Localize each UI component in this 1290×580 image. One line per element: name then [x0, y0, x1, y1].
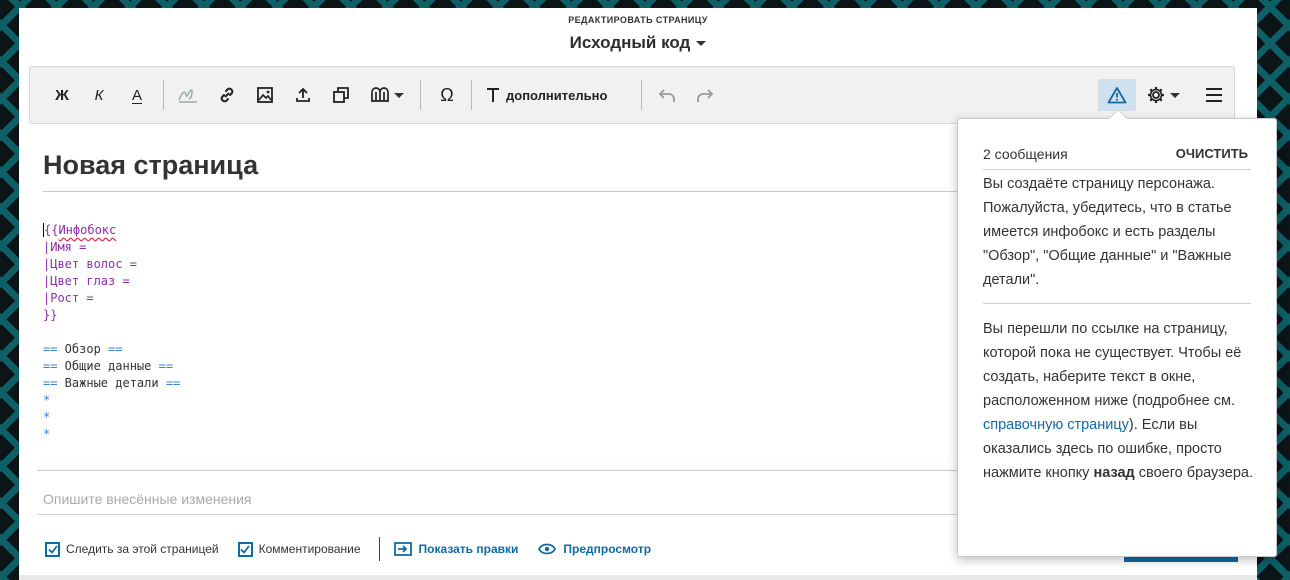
- settings-dropdown[interactable]: [1144, 79, 1182, 111]
- code-line: |Цвет глаз =: [43, 274, 130, 288]
- editor-mode-dropdown[interactable]: Исходный код: [570, 33, 707, 53]
- heading-markup: ==: [158, 359, 174, 373]
- clear-button[interactable]: ОЧИСТИТЬ: [1176, 146, 1248, 162]
- diff-icon: [393, 542, 412, 556]
- italic-button[interactable]: К: [87, 79, 111, 111]
- advanced-format-button[interactable]: дополнительно: [486, 79, 630, 111]
- eye-icon: [538, 543, 557, 555]
- toolbar-separator: [641, 80, 642, 110]
- advanced-format-icon: [487, 88, 499, 102]
- bold-icon: Ж: [55, 86, 69, 104]
- signature-button[interactable]: [175, 79, 201, 111]
- code-line: }}: [43, 308, 58, 322]
- options-separator: [378, 537, 380, 561]
- link-icon: [220, 87, 234, 103]
- bold-button[interactable]: Ж: [50, 79, 74, 111]
- redo-icon: [697, 89, 714, 102]
- code-line: |Рост =: [43, 291, 94, 305]
- notice-text: своего браузера.: [1134, 465, 1254, 481]
- toolbar-separator: [471, 80, 472, 110]
- watch-checkbox[interactable]: Следить за этой страницей: [45, 541, 219, 557]
- popover-divider: [983, 169, 1251, 170]
- bullet-line: *: [43, 410, 51, 424]
- notice-message: Вы перешли по ссылке на страницу, которо…: [983, 317, 1253, 485]
- chevron-down-icon: [393, 92, 404, 98]
- link-button[interactable]: [214, 79, 240, 111]
- text-color-button[interactable]: А: [125, 79, 149, 111]
- redo-button[interactable]: [692, 79, 718, 111]
- heading-markup: ==: [108, 342, 123, 356]
- toolbar-separator: [163, 80, 164, 110]
- heading-text: Важные детали: [57, 376, 166, 390]
- checkmark-icon: [240, 544, 250, 554]
- notice-text: Вы перешли по ссылке на страницу, которо…: [983, 321, 1242, 409]
- checkbox[interactable]: [45, 541, 60, 557]
- text-color-icon: А: [131, 86, 142, 104]
- comments-label: Комментирование: [258, 542, 361, 556]
- code-line: |Цвет волос =: [43, 257, 137, 271]
- edit-header: РЕДАКТИРОВАТЬ СТРАНИЦУ Исходный код: [19, 15, 1257, 53]
- message-count: 2 сообщения: [983, 146, 1068, 162]
- editor-mode-label: Исходный код: [569, 33, 691, 52]
- chevron-down-icon: [1170, 92, 1180, 98]
- notice-message: Вы создаёте страницу персонажа. Пожалуйс…: [983, 176, 1232, 288]
- heading-markup: ==: [165, 376, 181, 390]
- heading-text: Обзор: [57, 342, 109, 356]
- notices-button[interactable]: [1098, 79, 1136, 111]
- checkmark-icon: [47, 544, 58, 554]
- upload-button[interactable]: [290, 79, 316, 111]
- show-changes-label: Показать правки: [418, 542, 519, 556]
- signature-icon: [178, 89, 197, 103]
- editor-toolbar: Ж К А Ω дополнительно: [29, 66, 1235, 124]
- help-page-link[interactable]: справочную страницу: [983, 417, 1129, 433]
- code-brace: {{: [44, 223, 59, 237]
- comments-checkbox[interactable]: Комментирование: [237, 541, 361, 557]
- bullet-line: *: [43, 427, 51, 441]
- bottom-band: [19, 575, 1257, 580]
- chevron-down-icon: [696, 40, 707, 46]
- preview-button[interactable]: Предпросмотр: [538, 542, 651, 556]
- bullet-line: *: [43, 393, 51, 407]
- template-link[interactable]: Инфобокс: [58, 223, 116, 237]
- italic-icon: К: [94, 86, 104, 104]
- gallery-icon: [333, 87, 349, 103]
- edit-summary-input[interactable]: Опишите внесённые изменения: [43, 491, 252, 507]
- popover-header: 2 сообщения ОЧИСТИТЬ: [983, 146, 1248, 162]
- image-button[interactable]: [252, 79, 278, 111]
- image-icon: [257, 87, 273, 103]
- popover-divider: [983, 303, 1251, 304]
- heading-markup: ==: [43, 342, 58, 356]
- notices-popover: 2 сообщения ОЧИСТИТЬ Вы создаёте страниц…: [957, 118, 1277, 557]
- templates-dropdown[interactable]: [366, 79, 406, 111]
- heading-markup: ==: [43, 376, 58, 390]
- source-editor[interactable]: {{Инфобокс |Имя = |Цвет волос = |Цвет гл…: [43, 222, 180, 443]
- menu-icon: [1206, 88, 1222, 102]
- page-title: Новая страница: [43, 150, 259, 180]
- preview-label: Предпросмотр: [563, 542, 652, 556]
- popover-arrow: [1109, 110, 1127, 119]
- gear-icon: [1148, 87, 1164, 103]
- watch-label: Следить за этой страницей: [66, 542, 219, 556]
- toolbar-separator: [420, 80, 421, 110]
- advanced-label: дополнительно: [506, 87, 608, 103]
- omega-icon: Ω: [440, 84, 454, 105]
- upload-icon: [296, 87, 310, 102]
- gallery-button[interactable]: [328, 79, 354, 111]
- code-line: |Имя =: [43, 240, 87, 254]
- warning-icon: [1107, 87, 1127, 104]
- heading-text: Общие данные: [57, 359, 159, 373]
- heading-markup: ==: [43, 359, 58, 373]
- menu-button[interactable]: [1200, 79, 1228, 111]
- undo-button[interactable]: [654, 79, 680, 111]
- edit-kicker: РЕДАКТИРОВАТЬ СТРАНИЦУ: [568, 15, 708, 25]
- undo-icon: [658, 89, 675, 102]
- special-chars-button[interactable]: Ω: [434, 79, 460, 111]
- save-options: Следить за этой страницей Комментировани…: [45, 537, 651, 561]
- checkbox[interactable]: [237, 541, 253, 557]
- show-changes-button[interactable]: Показать правки: [393, 542, 519, 556]
- notice-bold: назад: [1093, 465, 1135, 481]
- templates-icon: [370, 87, 389, 102]
